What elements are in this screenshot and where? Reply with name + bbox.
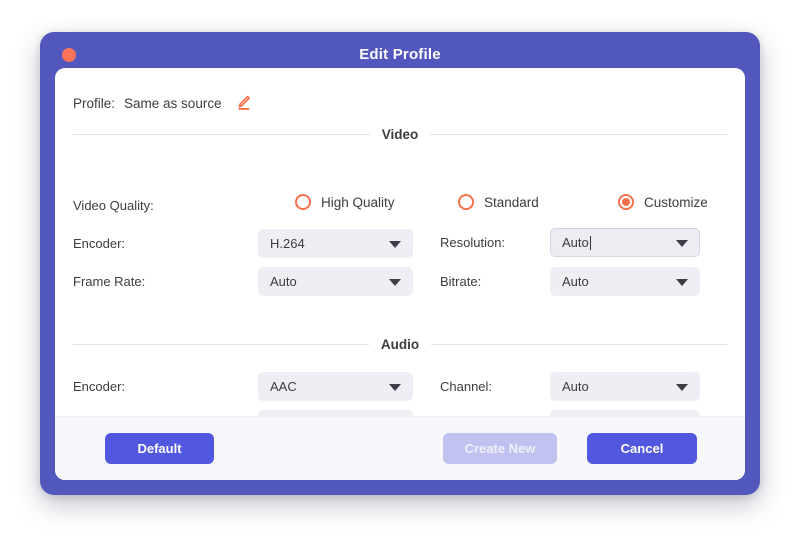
audio-section-title: Audio <box>381 337 419 352</box>
field-video-frame-rate: Frame Rate: Auto <box>73 267 413 296</box>
divider-right <box>430 134 727 135</box>
video-quality-row: Video Quality: High Quality Standard Cus… <box>73 194 733 218</box>
divider-left <box>73 344 369 345</box>
select-video-encoder[interactable]: H.264 <box>258 229 413 258</box>
video-section-header: Video <box>73 127 727 142</box>
field-video-resolution: Resolution: Auto <box>440 228 700 257</box>
divider-left <box>73 134 370 135</box>
chevron-down-icon <box>676 384 688 391</box>
create-new-button[interactable]: Create New <box>443 433 557 464</box>
field-audio-channel: Channel: Auto <box>440 372 700 401</box>
label-video-encoder: Encoder: <box>73 236 258 251</box>
text-cursor <box>590 236 591 250</box>
audio-section-header: Audio <box>73 337 727 352</box>
value-video-frame-rate: Auto <box>259 274 297 289</box>
select-audio-encoder[interactable]: AAC <box>258 372 413 401</box>
select-video-frame-rate[interactable]: Auto <box>258 267 413 296</box>
field-video-bitrate: Bitrate: Auto <box>440 267 700 296</box>
edit-profile-dialog: Edit Profile Profile: Same as source Vid… <box>40 32 760 495</box>
value-video-resolution: Auto <box>551 235 589 250</box>
value-audio-channel: Auto <box>551 379 589 394</box>
field-audio-encoder: Encoder: AAC <box>73 372 413 401</box>
chevron-down-icon <box>676 240 688 247</box>
label-video-bitrate: Bitrate: <box>440 274 550 289</box>
video-section-title: Video <box>382 127 419 142</box>
select-audio-channel[interactable]: Auto <box>550 372 700 401</box>
dialog-title: Edit Profile <box>40 46 760 63</box>
radio-mark-customize <box>618 194 634 210</box>
value-audio-encoder: AAC <box>259 379 297 394</box>
label-video-frame-rate: Frame Rate: <box>73 274 258 289</box>
default-button[interactable]: Default <box>105 433 214 464</box>
cancel-button[interactable]: Cancel <box>587 433 697 464</box>
label-audio-encoder: Encoder: <box>73 379 258 394</box>
radio-standard[interactable]: Standard <box>458 194 539 210</box>
profile-row: Profile: Same as source <box>73 94 253 112</box>
value-video-encoder: H.264 <box>259 236 305 251</box>
chevron-down-icon <box>389 241 401 248</box>
pencil-icon[interactable] <box>235 94 253 112</box>
radio-mark-high-quality <box>295 194 311 210</box>
dialog-footer: Default Create New Cancel <box>55 416 745 480</box>
radio-mark-standard <box>458 194 474 210</box>
chevron-down-icon <box>389 384 401 391</box>
radio-high-quality[interactable]: High Quality <box>295 194 395 210</box>
select-video-bitrate[interactable]: Auto <box>550 267 700 296</box>
radio-customize[interactable]: Customize <box>618 194 708 210</box>
field-video-encoder: Encoder: H.264 <box>73 229 413 258</box>
divider-right <box>431 344 727 345</box>
radio-label-high-quality: High Quality <box>321 195 395 210</box>
radio-label-standard: Standard <box>484 195 539 210</box>
label-video-resolution: Resolution: <box>440 235 550 250</box>
chevron-down-icon <box>389 279 401 286</box>
profile-value: Same as source <box>124 96 222 111</box>
screen: Edit Profile Profile: Same as source Vid… <box>0 0 800 544</box>
chevron-down-icon <box>676 279 688 286</box>
video-quality-label: Video Quality: <box>73 198 154 213</box>
profile-label: Profile: <box>73 96 115 111</box>
select-video-resolution[interactable]: Auto <box>550 228 700 257</box>
dialog-content-card: Profile: Same as source Video Video Qual… <box>55 68 745 480</box>
value-video-bitrate: Auto <box>551 274 589 289</box>
radio-label-customize: Customize <box>644 195 708 210</box>
label-audio-channel: Channel: <box>440 379 550 394</box>
